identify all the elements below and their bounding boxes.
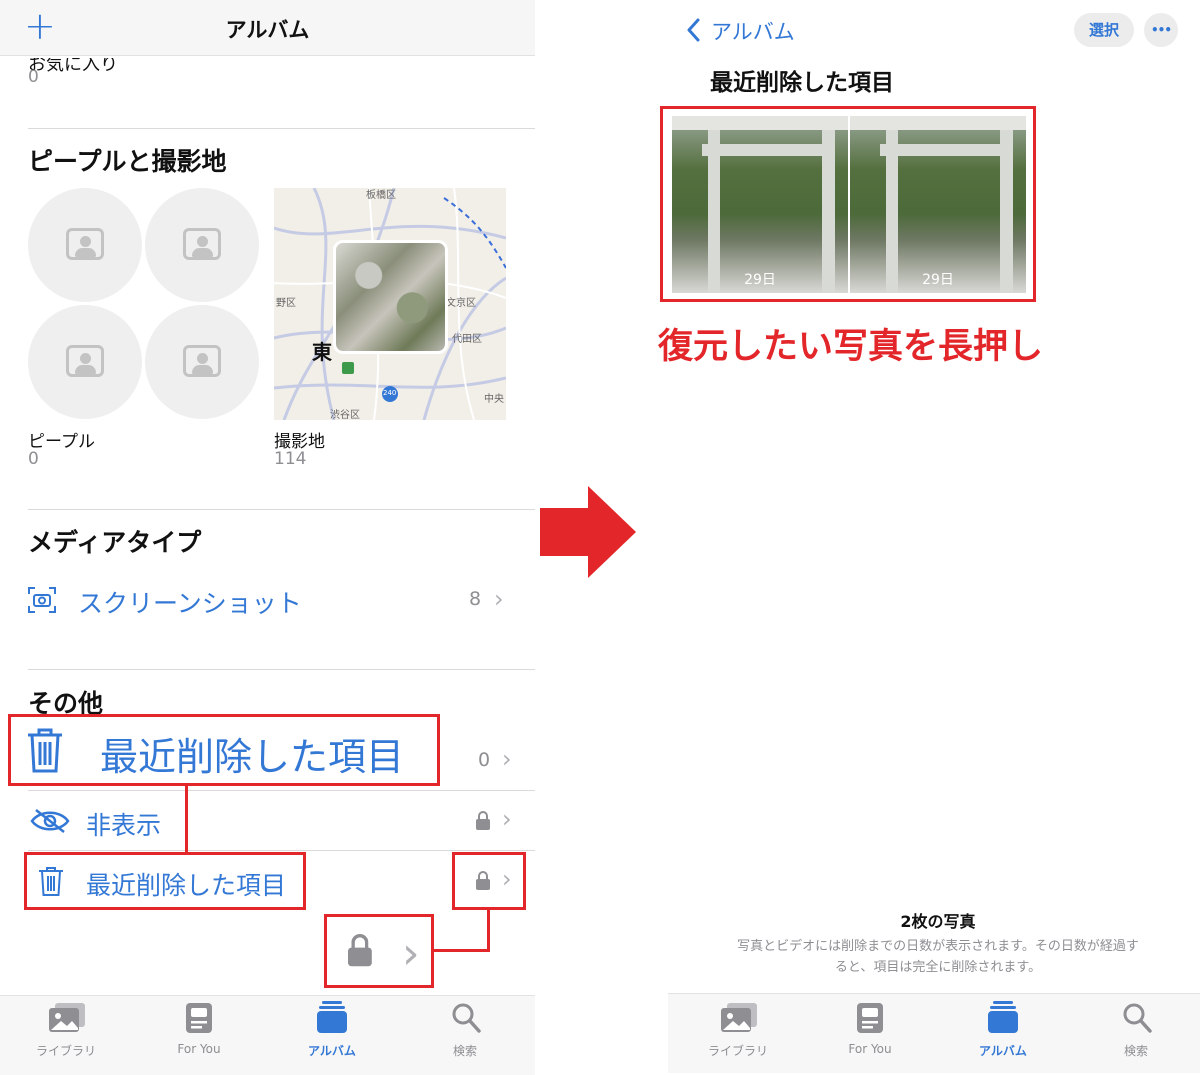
person-placeholder-icon bbox=[183, 345, 221, 377]
tab-label: For You bbox=[177, 1042, 221, 1056]
map-label: 中央 bbox=[484, 394, 504, 405]
annotation-box bbox=[660, 106, 1036, 302]
person-placeholder bbox=[145, 188, 259, 302]
annotation-connector bbox=[487, 910, 490, 952]
annotation-connector bbox=[185, 786, 188, 852]
recently-deleted-count: 0 bbox=[478, 749, 491, 771]
right-screenshot: アルバム 選択 ••• 最近削除した項目 29日 29日 復元したい写真を長押し… bbox=[658, 0, 1200, 1075]
media-types-heading: メディアタイプ bbox=[28, 528, 202, 557]
albums-icon bbox=[988, 1001, 1018, 1033]
divider bbox=[28, 850, 535, 851]
tab-label: アルバム bbox=[308, 1044, 356, 1058]
photos-icon bbox=[49, 1003, 85, 1032]
person-placeholder-icon bbox=[183, 228, 221, 260]
photo-count: 2枚の写真 bbox=[900, 912, 976, 931]
chevron-right-icon: › bbox=[502, 805, 512, 833]
deletion-note-line: 写真とビデオには削除までの日数が表示されます。その日数が経過す bbox=[737, 939, 1139, 954]
annotation-box bbox=[8, 714, 440, 786]
person-placeholder-icon bbox=[66, 228, 104, 260]
tab-label: ライブラリ bbox=[35, 1044, 96, 1058]
chevron-left-icon bbox=[687, 18, 700, 42]
map-label: 240 bbox=[383, 389, 397, 397]
places-count: 114 bbox=[274, 449, 307, 469]
left-screenshot: + アルバム お気に入り 0 ピープルと撮影地 ピープル 0 板橋区 野区 文京… bbox=[0, 0, 535, 1075]
person-placeholder bbox=[28, 188, 142, 302]
tab-bar: ライブラリ For You アルバム 検索 bbox=[0, 995, 535, 1075]
map-label: 東 bbox=[312, 340, 332, 364]
photos-icon bbox=[721, 1003, 757, 1032]
people-places-heading: ピープルと撮影地 bbox=[28, 147, 227, 176]
map-label: 代田区 bbox=[452, 334, 482, 345]
map-label: 文京区 bbox=[446, 298, 476, 309]
search-icon bbox=[1123, 1003, 1152, 1033]
annotation-text: 復元したい写真を長押し bbox=[658, 327, 1044, 367]
tab-label: アルバム bbox=[979, 1044, 1027, 1058]
page-title: アルバム bbox=[225, 18, 310, 42]
navigation-bar: + アルバム bbox=[0, 0, 535, 56]
deletion-note-line: ると、項目は完全に削除されます。 bbox=[834, 960, 1042, 975]
tab-label: ライブラリ bbox=[707, 1044, 768, 1058]
annotation-box bbox=[452, 852, 526, 910]
divider bbox=[28, 790, 535, 791]
for-you-icon bbox=[857, 1003, 883, 1033]
screenshots-label: スクリーンショット bbox=[78, 589, 302, 618]
tab-label: 検索 bbox=[1123, 1044, 1148, 1058]
divider bbox=[28, 509, 535, 510]
right-arrow-icon bbox=[540, 486, 636, 578]
chevron-right-icon: › bbox=[494, 585, 504, 613]
person-placeholder bbox=[28, 305, 142, 419]
place-photo-thumbnail bbox=[333, 240, 448, 354]
map-label: 渋谷区 bbox=[330, 410, 360, 420]
tab-label: 検索 bbox=[452, 1044, 477, 1058]
page-title: 最近削除した項目 bbox=[710, 70, 894, 96]
annotation-box bbox=[324, 914, 434, 988]
tab-bar: ライブラリ For You アルバム 検索 bbox=[668, 993, 1200, 1073]
eye-slash-icon bbox=[30, 809, 70, 833]
select-button[interactable]: 選択 bbox=[1074, 13, 1134, 47]
map-label: 板橋区 bbox=[366, 190, 396, 201]
map-label: 野区 bbox=[276, 298, 296, 309]
more-button[interactable]: ••• bbox=[1144, 13, 1178, 47]
chevron-right-icon: › bbox=[502, 745, 512, 773]
person-placeholder bbox=[145, 305, 259, 419]
annotation-connector bbox=[434, 949, 490, 952]
divider bbox=[28, 128, 535, 129]
screenshots-count: 8 bbox=[469, 588, 482, 610]
annotation-box bbox=[24, 852, 306, 910]
hidden-label: 非表示 bbox=[86, 811, 162, 840]
search-icon bbox=[452, 1003, 481, 1033]
screenshot-icon bbox=[28, 587, 56, 613]
back-label: アルバム bbox=[711, 20, 795, 44]
for-you-icon bbox=[186, 1003, 212, 1033]
tab-label: For You bbox=[848, 1042, 892, 1056]
people-count: 0 bbox=[28, 449, 39, 469]
person-placeholder-icon bbox=[66, 345, 104, 377]
divider bbox=[28, 669, 535, 670]
albums-icon bbox=[317, 1001, 347, 1033]
favorites-count: 0 bbox=[28, 67, 39, 87]
